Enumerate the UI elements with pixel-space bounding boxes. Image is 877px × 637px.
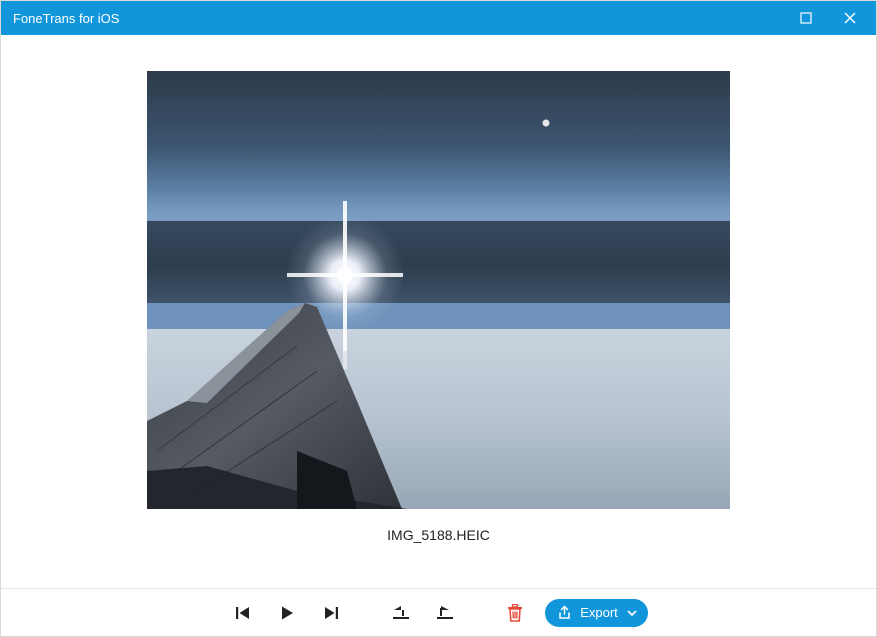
maximize-button[interactable] — [784, 1, 828, 35]
rotate-right-button[interactable] — [431, 599, 459, 627]
footer-toolbar: Export — [1, 588, 876, 636]
rotate-right-icon — [435, 604, 455, 622]
first-button[interactable] — [229, 599, 257, 627]
chevron-down-icon — [626, 607, 638, 619]
rotate-left-button[interactable] — [387, 599, 415, 627]
skip-next-icon — [322, 604, 340, 622]
export-label: Export — [580, 605, 618, 620]
export-icon — [557, 605, 572, 620]
close-icon — [843, 11, 857, 25]
content-area: IMG_5188.HEIC — [1, 35, 876, 588]
image-filename: IMG_5188.HEIC — [387, 527, 490, 543]
window-title: FoneTrans for iOS — [13, 11, 784, 26]
play-icon — [278, 604, 296, 622]
close-button[interactable] — [828, 1, 872, 35]
play-button[interactable] — [273, 599, 301, 627]
export-button[interactable]: Export — [545, 599, 648, 627]
last-button[interactable] — [317, 599, 345, 627]
photo-preview[interactable] — [147, 71, 730, 509]
photo-image — [147, 71, 730, 509]
titlebar: FoneTrans for iOS — [1, 1, 876, 35]
trash-icon — [507, 604, 523, 622]
app-window: FoneTrans for iOS — [0, 0, 877, 637]
delete-button[interactable] — [501, 599, 529, 627]
rotate-left-icon — [391, 604, 411, 622]
skip-previous-icon — [234, 604, 252, 622]
maximize-icon — [800, 12, 812, 24]
